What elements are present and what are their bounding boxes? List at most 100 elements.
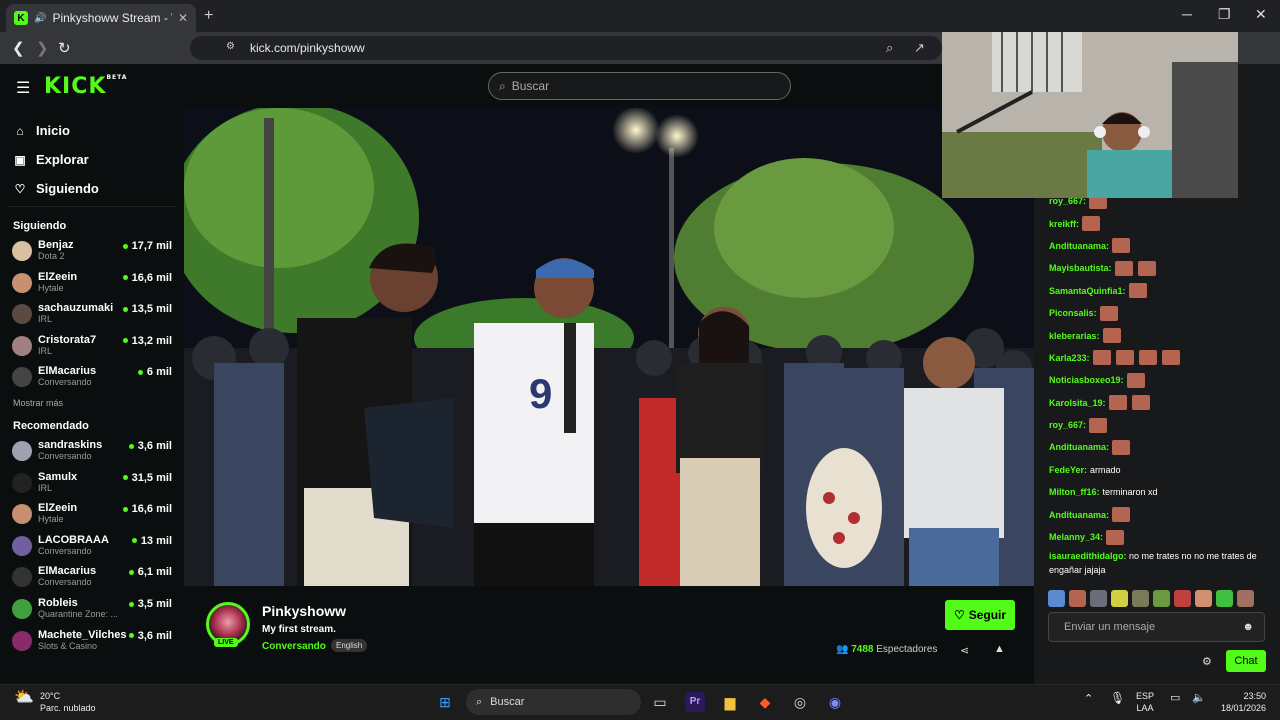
chat-username[interactable]: kleberarias: bbox=[1049, 331, 1100, 341]
file-explorer-icon[interactable]: ▆ bbox=[720, 692, 740, 712]
emote[interactable] bbox=[1069, 590, 1086, 607]
language-tag[interactable]: English bbox=[331, 639, 368, 652]
search-icon: ⌕ bbox=[499, 78, 506, 93]
stream-category[interactable]: Conversando bbox=[262, 641, 326, 652]
chat-settings-icon[interactable]: ⚙ bbox=[1202, 655, 1212, 668]
chat-username[interactable]: Noticiasboxeo19: bbox=[1049, 375, 1124, 385]
channel-item[interactable]: Robleis Quarantine Zone: ... 3,5 mil bbox=[0, 593, 184, 625]
viewer-count: 3,5 mil bbox=[137, 597, 172, 610]
back-icon[interactable]: ❮ bbox=[12, 39, 25, 57]
tray-overflow-icon[interactable]: ⌃ bbox=[1084, 693, 1093, 705]
window-close-icon[interactable]: ✕ bbox=[1255, 6, 1267, 23]
weather-widget[interactable]: ⛅ 20°C Parc. nublado bbox=[14, 690, 96, 714]
chat-username[interactable]: Karla233: bbox=[1049, 353, 1090, 363]
emote-bar bbox=[1048, 590, 1268, 608]
premiere-icon[interactable]: Pr bbox=[685, 692, 705, 712]
chat-message: Melanny_34: bbox=[1049, 526, 1280, 548]
channel-item[interactable]: Samulx IRL 31,5 mil bbox=[0, 467, 184, 499]
channel-item-viewers: 3,6 mil bbox=[128, 439, 172, 452]
show-more-link[interactable]: Mostrar más bbox=[0, 393, 184, 413]
emote[interactable] bbox=[1111, 590, 1128, 607]
new-tab-icon[interactable]: + bbox=[204, 7, 213, 25]
channel-item[interactable]: sandraskins Conversando 3,6 mil bbox=[0, 435, 184, 467]
follow-button[interactable]: ♡ Seguir bbox=[945, 600, 1015, 630]
sidebar-item-siguiendo[interactable]: ♡ Siguiendo bbox=[0, 174, 184, 203]
browser-tab[interactable]: K 🔊 Pinkyshoww Stream - Watch ✕ bbox=[6, 4, 196, 32]
emoji-icon[interactable]: ☻ bbox=[1242, 621, 1254, 633]
chat-username[interactable]: Karolsita_19: bbox=[1049, 398, 1106, 408]
channel-item[interactable]: LACOBRAAA Conversando 13 mil bbox=[0, 530, 184, 562]
viewer-count: 13,2 mil bbox=[131, 334, 172, 347]
chat-username[interactable]: Milton_ff16: bbox=[1049, 487, 1100, 497]
svg-text:9: 9 bbox=[529, 370, 552, 417]
tab-close-icon[interactable]: ✕ bbox=[178, 11, 188, 25]
share-icon[interactable]: ⋖ bbox=[960, 644, 969, 657]
avatar bbox=[12, 304, 32, 325]
chat-username[interactable]: kreikff: bbox=[1049, 219, 1079, 229]
chat-input[interactable]: Enviar un mensaje ☻ bbox=[1048, 612, 1265, 642]
logo-beta-tag: BETA bbox=[106, 74, 128, 81]
site-settings-icon[interactable]: ⚙ bbox=[226, 41, 235, 52]
chat-username[interactable]: Piconsalis: bbox=[1049, 308, 1097, 318]
volume-icon[interactable]: 🔈 bbox=[1192, 692, 1206, 704]
chat-username[interactable]: Anditu​anama: bbox=[1049, 241, 1109, 251]
emote[interactable] bbox=[1132, 590, 1149, 607]
channel-name[interactable]: Pinkyshoww bbox=[262, 603, 346, 619]
taskbar-search[interactable]: ⌕ Buscar bbox=[466, 689, 641, 715]
report-icon[interactable]: ▲ bbox=[994, 643, 1005, 655]
emote[interactable] bbox=[1090, 590, 1107, 607]
discord-icon[interactable]: ◉ bbox=[825, 692, 845, 712]
menu-icon[interactable]: ☰ bbox=[16, 78, 30, 98]
chat-username[interactable]: isauraedithidalgo: bbox=[1049, 551, 1127, 561]
chat-username[interactable]: roy_667: bbox=[1049, 420, 1086, 430]
emote[interactable] bbox=[1048, 590, 1065, 607]
emote[interactable] bbox=[1216, 590, 1233, 607]
chat-username[interactable]: FedeYer: bbox=[1049, 465, 1087, 475]
following-heading: Siguiendo bbox=[13, 220, 67, 232]
channel-item[interactable]: sachauzumaki IRL 13,5 mil bbox=[0, 298, 184, 330]
channel-item[interactable]: Benjaz Dota 2 17,7 mil bbox=[0, 235, 184, 267]
obs-icon[interactable]: ◎ bbox=[790, 692, 810, 712]
brave-browser-icon[interactable]: ◆ bbox=[755, 692, 775, 712]
channel-item[interactable]: ElMacarius Conversando 6,1 mil bbox=[0, 561, 184, 593]
live-dot-icon bbox=[122, 475, 128, 481]
chat-username[interactable]: Andituanama: bbox=[1049, 510, 1109, 520]
emote[interactable] bbox=[1237, 590, 1254, 607]
video-player[interactable]: 9 bbox=[184, 108, 1034, 586]
reload-icon[interactable]: ↻ bbox=[58, 39, 71, 57]
network-icon[interactable]: ▭ bbox=[1170, 692, 1180, 704]
address-bar[interactable]: ⚙ kick.com/pinkyshoww ⌕ ↗ bbox=[190, 36, 942, 60]
sidebar-item-explorar[interactable]: ▣ Explorar bbox=[0, 145, 184, 174]
channel-item[interactable]: ElZeein Hytale 16,6 mil bbox=[0, 498, 184, 530]
avatar bbox=[12, 504, 32, 525]
sidebar-item-inicio[interactable]: ⌂ Inicio bbox=[0, 116, 184, 145]
chat-username[interactable]: Melanny_34: bbox=[1049, 532, 1103, 542]
chat-username[interactable]: Andituanama: bbox=[1049, 442, 1109, 452]
channel-item[interactable]: Cristorata7 IRL 13,2 mil bbox=[0, 330, 184, 362]
chat-username[interactable]: SamantaQuinfia1: bbox=[1049, 286, 1126, 296]
search-input[interactable]: ⌕ Buscar bbox=[488, 72, 791, 100]
zoom-icon[interactable]: ⌕ bbox=[886, 40, 893, 56]
channel-item[interactable]: ElMacarius Conversando 6 mil bbox=[0, 361, 184, 393]
emote[interactable] bbox=[1153, 590, 1170, 607]
windows-start-icon[interactable]: ⊞ bbox=[435, 692, 455, 712]
clock[interactable]: 23:50 18/01/2026 bbox=[1212, 690, 1266, 714]
viewer-count: 3,6 mil bbox=[137, 439, 172, 452]
language-indicator[interactable]: ESP LAA bbox=[1136, 690, 1154, 714]
microphone-icon[interactable]: 🎙 bbox=[1110, 692, 1125, 704]
forward-icon[interactable]: ❯ bbox=[36, 39, 49, 57]
channel-item-viewers: 31,5 mil bbox=[122, 472, 172, 484]
heart-icon: ♡ bbox=[14, 181, 26, 196]
maximize-icon[interactable]: ❐ bbox=[1218, 6, 1231, 23]
share-page-icon[interactable]: ↗ bbox=[914, 40, 925, 56]
chat-send-button[interactable]: Chat bbox=[1226, 650, 1266, 672]
emote[interactable] bbox=[1174, 590, 1191, 607]
emote[interactable] bbox=[1195, 590, 1212, 607]
channel-item[interactable]: Machete_Vilches Slots & Casino 3,6 mil bbox=[0, 625, 184, 657]
chat-username[interactable]: Mayisbautista: bbox=[1049, 263, 1112, 273]
minimize-icon[interactable]: ─ bbox=[1182, 6, 1192, 22]
channel-item[interactable]: ElZeein Hytale 16,6 mil bbox=[0, 267, 184, 299]
kick-logo[interactable]: KICKBETA bbox=[44, 74, 127, 99]
emote bbox=[1128, 283, 1147, 299]
task-view-icon[interactable]: ▭ bbox=[650, 692, 670, 712]
